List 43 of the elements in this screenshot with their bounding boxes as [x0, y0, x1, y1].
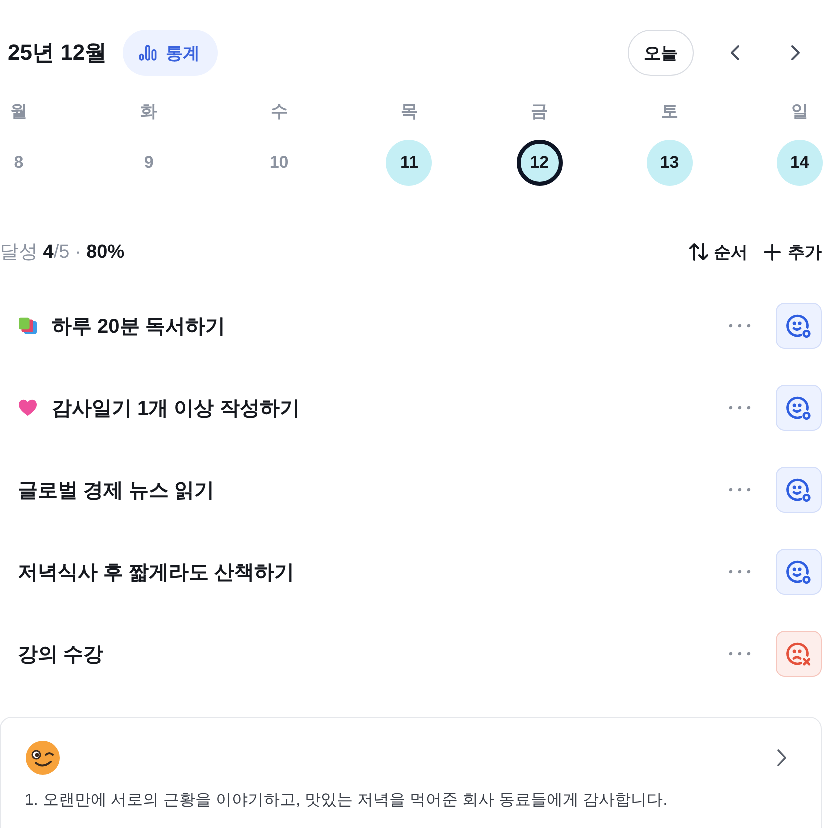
- sort-icon: [689, 243, 709, 261]
- chevron-left-icon: [730, 45, 740, 61]
- habit-title: 하루 20분 독서하기: [52, 314, 226, 340]
- status-button[interactable]: [776, 467, 822, 513]
- plus-icon: [764, 244, 781, 260]
- stats-button[interactable]: 통계: [123, 30, 218, 76]
- habit-title: 저녁식사 후 짧게라도 산책하기: [18, 560, 296, 586]
- status-button[interactable]: [776, 385, 822, 431]
- status-button[interactable]: [776, 631, 822, 677]
- heart-icon: [18, 399, 38, 417]
- books-icon: [18, 317, 38, 335]
- more-icon: [729, 652, 751, 656]
- more-icon: [729, 570, 751, 574]
- add-button[interactable]: 추가: [764, 240, 822, 264]
- status-button[interactable]: [776, 549, 822, 595]
- habit-title: 글로벌 경제 뉴스 읽기: [18, 478, 216, 504]
- day-button[interactable]: 14: [776, 140, 823, 186]
- diary-entry-text: 1. 오랜만에 서로의 근황을 이야기하고, 맛있는 저녁을 먹어준 회사 동료들에게 감사합니다.: [25, 791, 669, 811]
- status-button[interactable]: [776, 303, 822, 349]
- day-button[interactable]: 13: [646, 140, 693, 186]
- weekday-label: 목: [400, 102, 418, 122]
- day-button[interactable]: 11: [386, 140, 432, 186]
- more-icon: [729, 324, 751, 328]
- more-icon: [729, 406, 751, 410]
- chevron-right-icon: [791, 45, 801, 61]
- month-title: 25년 12월: [8, 39, 108, 67]
- weekday-label: 토: [661, 102, 678, 122]
- weekday-label: 화: [140, 102, 158, 122]
- sort-button[interactable]: 순서: [689, 240, 748, 264]
- habit-title: 감사일기 1개 이상 작성하기: [52, 396, 301, 422]
- day-button[interactable]: 12: [516, 140, 563, 186]
- weekday-label: 일: [791, 102, 808, 122]
- achievement-summary: 달성 4/5 · 80%: [0, 241, 125, 265]
- weekday-label: 월: [10, 102, 28, 122]
- today-button[interactable]: 오늘: [628, 30, 694, 76]
- bar-chart-icon: [139, 45, 158, 61]
- weekday-label: 수: [270, 102, 288, 122]
- habit-title: 강의 수강: [18, 642, 105, 668]
- winking-face-icon: [25, 740, 61, 776]
- weekday-label: 금: [531, 102, 548, 122]
- diary-entry-card[interactable]: 1. 오랜만에 서로의 근황을 이야기하고, 맛있는 저녁을 먹어준 회사 동료들에게 감사합니다.: [0, 717, 822, 828]
- chevron-right-icon: [777, 749, 787, 767]
- more-icon: [729, 488, 751, 492]
